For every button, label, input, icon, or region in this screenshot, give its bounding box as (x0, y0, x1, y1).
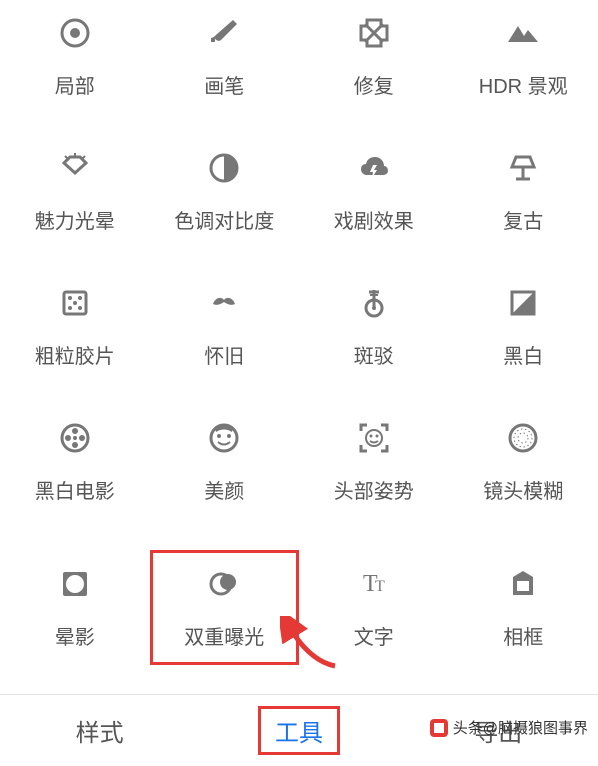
tool-tonal[interactable]: 色调对比度 (150, 145, 300, 238)
tool-label: 晕影 (55, 621, 95, 650)
cloud-icon (355, 149, 393, 187)
facefocus-icon (355, 419, 393, 457)
halfcircle-icon (205, 149, 243, 187)
tool-vignette[interactable]: 晕影 (0, 550, 150, 665)
face-icon (205, 419, 243, 457)
tool-vintage[interactable]: 复古 (449, 145, 598, 238)
tool-label: HDR 景观 (479, 70, 568, 99)
text-icon (355, 565, 393, 603)
lamp-icon (504, 149, 542, 187)
tool-frames[interactable]: 相框 (449, 550, 598, 665)
tool-grainy[interactable]: 粗粒胶片 (0, 280, 150, 373)
selective-icon (56, 14, 94, 52)
tool-glamour[interactable]: 魅力光晕 (0, 145, 150, 238)
tool-healing[interactable]: 修复 (299, 10, 449, 103)
watermark-account: @脑摄狼图事界 (483, 717, 588, 738)
tool-label: 相框 (503, 621, 543, 650)
tool-label: 斑驳 (354, 340, 394, 369)
tool-label: 黑白 (503, 340, 543, 369)
tool-label: 戏剧效果 (334, 205, 414, 234)
film-icon (56, 284, 94, 322)
vignette-icon (56, 565, 94, 603)
watermark-prefix: 头条 (453, 717, 483, 738)
mustache-icon (205, 284, 243, 322)
bwsplit-icon (504, 284, 542, 322)
tool-hdr[interactable]: HDR 景观 (449, 10, 598, 103)
tab-tools[interactable]: 工具 (199, 695, 398, 766)
tool-doubleexposure[interactable]: 双重曝光 (150, 550, 300, 665)
tab-style[interactable]: 样式 (0, 695, 199, 766)
tool-grunge[interactable]: 斑驳 (299, 280, 449, 373)
tool-bw[interactable]: 黑白 (449, 280, 598, 373)
tool-headpose[interactable]: 头部姿势 (299, 415, 449, 508)
watermark: 头条 @脑摄狼图事界 (429, 717, 588, 738)
tool-label: 头部姿势 (334, 475, 414, 504)
double-icon (205, 565, 243, 603)
tool-noir[interactable]: 黑白电影 (0, 415, 150, 508)
tool-selective[interactable]: 局部 (0, 10, 150, 103)
tool-lensblur[interactable]: 镜头模糊 (449, 415, 598, 508)
watermark-icon (429, 718, 449, 738)
tool-label: 黑白电影 (35, 475, 115, 504)
tool-brush[interactable]: 画笔 (150, 10, 300, 103)
tool-label: 色调对比度 (174, 205, 274, 234)
tool-label: 双重曝光 (184, 621, 264, 650)
blur-icon (504, 419, 542, 457)
tool-label: 粗粒胶片 (35, 340, 115, 369)
tool-retrolux[interactable]: 怀旧 (150, 280, 300, 373)
mountains-icon (504, 14, 542, 52)
tool-label: 复古 (503, 205, 543, 234)
tool-label: 怀旧 (204, 340, 244, 369)
tool-label: 镜头模糊 (483, 475, 563, 504)
tool-label: 文字 (354, 621, 394, 650)
tool-text[interactable]: 文字 (299, 550, 449, 665)
reel-icon (56, 419, 94, 457)
tool-label: 画笔 (204, 70, 244, 99)
tool-label: 修复 (354, 70, 394, 99)
tab-style-label: 样式 (76, 713, 124, 748)
guitar-icon (355, 284, 393, 322)
healing-icon (355, 14, 393, 52)
tab-tools-label: 工具 (258, 706, 340, 755)
frame-icon (504, 565, 542, 603)
tool-label: 局部 (55, 70, 95, 99)
tool-drama[interactable]: 戏剧效果 (299, 145, 449, 238)
brush-icon (205, 14, 243, 52)
tool-portrait[interactable]: 美颜 (150, 415, 300, 508)
tool-label: 美颜 (204, 475, 244, 504)
diamond-icon (56, 149, 94, 187)
tools-grid: 局部 画笔 修复 HDR 景观魅力光晕 色调对比度 戏剧效果 复古粗粒胶片 怀旧 斑驳 黑白黑白电… (0, 0, 598, 665)
tool-label: 魅力光晕 (35, 205, 115, 234)
